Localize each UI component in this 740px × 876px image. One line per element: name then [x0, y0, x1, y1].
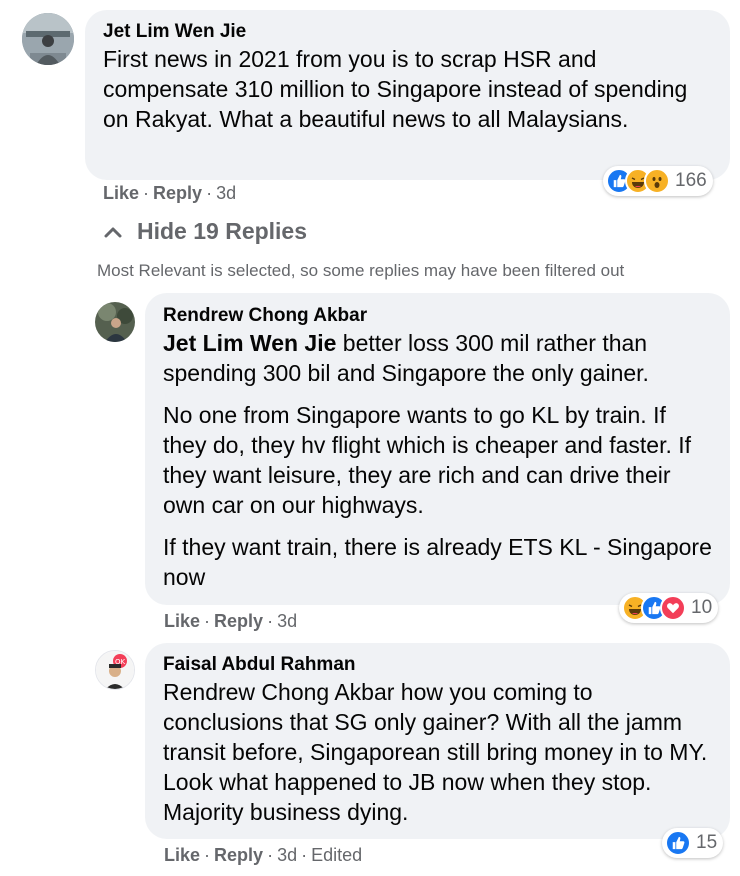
- like-button[interactable]: Like: [103, 183, 139, 203]
- reply-button[interactable]: Reply: [214, 611, 263, 631]
- wow-icon: [644, 168, 670, 194]
- reply-bubble: Rendrew Chong Akbar Jet Lim Wen Jie bett…: [145, 293, 730, 605]
- reply-button[interactable]: Reply: [214, 845, 263, 865]
- profile-photo: OK: [96, 651, 134, 689]
- like-icon: [665, 830, 691, 856]
- comment-bubble: Jet Lim Wen Jie First news in 2021 from …: [85, 10, 730, 180]
- reply-timestamp[interactable]: 3d: [277, 611, 297, 631]
- avatar-jet-lim[interactable]: [22, 13, 74, 65]
- reply-actions: Like · Reply · 3d: [164, 611, 298, 631]
- reply-paragraph: No one from Singapore wants to go KL by …: [163, 402, 692, 518]
- like-button[interactable]: Like: [164, 611, 200, 631]
- profile-photo: [22, 13, 74, 65]
- comment-reactions[interactable]: 166: [603, 166, 713, 196]
- reply-timestamp[interactable]: 3d: [277, 845, 297, 865]
- reply-reactions[interactable]: 15: [662, 828, 724, 858]
- chevron-up-icon: [104, 227, 122, 237]
- reply-bubble: Faisal Abdul Rahman Rendrew Chong Akbar …: [145, 643, 730, 839]
- reply-text: Jet Lim Wen Jie better loss 300 mil rath…: [163, 330, 712, 590]
- love-icon: [660, 595, 686, 621]
- reply-button[interactable]: Reply: [153, 183, 202, 203]
- comment-timestamp[interactable]: 3d: [216, 183, 236, 203]
- reply-text: Rendrew Chong Akbar how you coming to co…: [163, 679, 708, 825]
- comment-author[interactable]: Jet Lim Wen Jie: [103, 20, 712, 44]
- reaction-count: 166: [675, 170, 707, 191]
- hide-replies-button[interactable]: Hide 19 Replies: [103, 218, 307, 245]
- profile-photo: [95, 302, 135, 342]
- avatar-rendrew[interactable]: [95, 302, 135, 342]
- reply-reactions[interactable]: 10: [619, 593, 719, 623]
- reaction-count: 15: [696, 832, 718, 853]
- mention-link[interactable]: Jet Lim Wen Jie: [163, 330, 336, 356]
- hide-replies-label: Hide 19 Replies: [137, 218, 308, 244]
- reply-author[interactable]: Faisal Abdul Rahman: [163, 653, 712, 677]
- avatar-faisal[interactable]: OK: [95, 650, 135, 690]
- comment-actions: Like · Reply · 3d: [103, 183, 237, 203]
- reply-author[interactable]: Rendrew Chong Akbar: [163, 304, 712, 328]
- filter-notice: Most Relevant is selected, so some repli…: [97, 261, 625, 280]
- reply-actions: Like · Reply · 3d · Edited: [164, 845, 363, 865]
- edited-label: Edited: [311, 845, 363, 865]
- reply-paragraph: If they want train, there is already ETS…: [163, 534, 712, 590]
- comment-text: First news in 2021 from you is to scrap …: [103, 46, 688, 132]
- reaction-count: 10: [691, 597, 713, 618]
- like-button[interactable]: Like: [164, 845, 200, 865]
